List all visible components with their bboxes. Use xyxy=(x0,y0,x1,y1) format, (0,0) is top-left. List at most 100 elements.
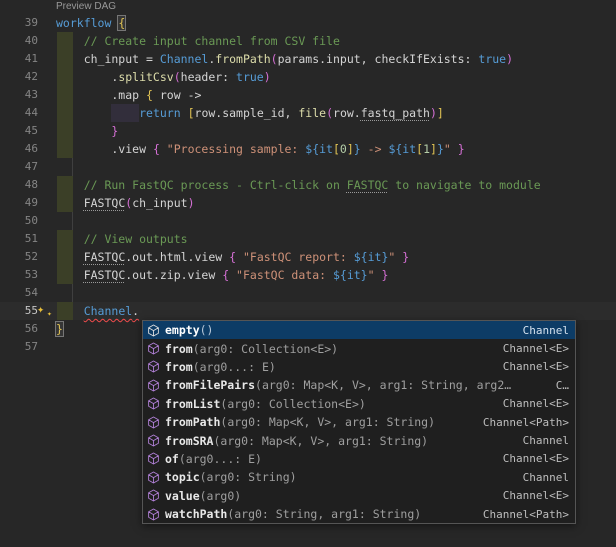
suggestion-return-type: Channel<E> xyxy=(503,360,569,373)
code-line-53[interactable]: 53 FASTQC.out.zip.view { "FastQC data: $… xyxy=(0,266,616,284)
suggestion-label: topic(arg0: String) xyxy=(165,470,297,484)
suggestion-name: value xyxy=(165,489,200,503)
code-text: .view { "Processing sample: ${it[0]} -> … xyxy=(56,140,465,158)
suggestion-label: value(arg0) xyxy=(165,489,241,503)
autocomplete-item-fromPath[interactable]: fromPath(arg0: Map<K, V>, arg1: String)C… xyxy=(143,413,575,431)
suggestion-return-type: Channel<Path> xyxy=(483,416,569,429)
suggestion-return-type: Channel<E> xyxy=(503,397,569,410)
line-number: 45 xyxy=(0,122,38,140)
method-icon xyxy=(147,342,160,355)
suggestion-name: of xyxy=(165,452,179,466)
line-number: 50 xyxy=(0,212,38,230)
codelens-preview-dag[interactable]: Preview DAG xyxy=(56,1,116,14)
suggestion-return-type: Channel<Path> xyxy=(483,508,569,521)
suggestion-label: empty() xyxy=(165,323,213,337)
code-line-50[interactable]: 50 xyxy=(0,212,616,230)
suggestion-params: () xyxy=(200,323,214,337)
code-text: // Run FastQC process - Ctrl-click on FA… xyxy=(56,176,541,194)
autocomplete-item-fromFilePairs[interactable]: fromFilePairs(arg0: Map<K, V>, arg1: Str… xyxy=(143,376,575,394)
line-number: 39 xyxy=(0,14,38,32)
indent-guide xyxy=(72,212,73,230)
line-number: 52 xyxy=(0,248,38,266)
method-icon xyxy=(147,452,160,465)
method-icon xyxy=(147,489,160,502)
line-number: 54 xyxy=(0,284,38,302)
code-line-41[interactable]: 41 ch_input = Channel.fromPath(params.in… xyxy=(0,50,616,68)
suggestion-params: (arg0...: E) xyxy=(193,360,276,374)
autocomplete-item-empty[interactable]: empty() Channel xyxy=(143,321,575,339)
suggestion-params: (arg0: Map<K, V>, arg1: String) xyxy=(213,434,428,448)
suggestion-label: fromSRA(arg0: Map<K, V>, arg1: String) xyxy=(165,434,428,448)
suggestion-params: (arg0: Collection<E>) xyxy=(220,397,365,411)
suggestion-return-type: Channel<E> xyxy=(503,342,569,355)
autocomplete-item-from[interactable]: from(arg0: Collection<E>)Channel<E> xyxy=(143,339,575,357)
code-text: FASTQC.out.html.view { "FastQC report: $… xyxy=(56,248,409,266)
line-number: 51 xyxy=(0,230,38,248)
suggestion-name: fromFilePairs xyxy=(165,378,255,392)
suggestion-name: fromList xyxy=(165,397,220,411)
code-line-42[interactable]: 42 .splitCsv(header: true) xyxy=(0,68,616,86)
code-line-51[interactable]: 51 // View outputs xyxy=(0,230,616,248)
suggestion-name: fromPath xyxy=(165,415,220,429)
code-line-40[interactable]: 40 // Create input channel from CSV file xyxy=(0,32,616,50)
method-icon xyxy=(147,397,160,410)
code-text: .map { row -> xyxy=(56,86,201,104)
suggestion-name: topic xyxy=(165,470,200,484)
suggestion-params: (arg0: String, arg1: String) xyxy=(227,507,421,521)
line-number: 46 xyxy=(0,140,38,158)
code-lines: 39workflow {40 // Create input channel f… xyxy=(0,14,616,356)
autocomplete-item-fromSRA[interactable]: fromSRA(arg0: Map<K, V>, arg1: String)Ch… xyxy=(143,431,575,449)
suggestion-label: of(arg0...: E) xyxy=(165,452,262,466)
suggestion-name: empty xyxy=(165,323,200,337)
suggestion-params: (arg0: String) xyxy=(200,470,297,484)
suggestion-params: (arg0...: E) xyxy=(179,452,262,466)
code-line-46[interactable]: 46 .view { "Processing sample: ${it[0]} … xyxy=(0,140,616,158)
code-line-55[interactable]: 55✦✦ Channel. xyxy=(0,302,616,320)
method-icon xyxy=(147,360,160,373)
method-icon xyxy=(147,434,160,447)
method-icon xyxy=(147,324,160,337)
line-number: 42 xyxy=(0,68,38,86)
code-text: FASTQC.out.zip.view { "FastQC data: ${it… xyxy=(56,266,388,284)
copilot-sparkle-icon[interactable]: ✦✦ xyxy=(37,303,57,319)
autocomplete-popup: empty()Channelfrom(arg0: Collection<E>)C… xyxy=(142,320,576,524)
indent-guide xyxy=(72,284,73,302)
code-line-44[interactable]: 44 return [row.sample_id, file(row.fastq… xyxy=(0,104,616,122)
code-line-39[interactable]: 39 workflow { xyxy=(0,14,616,32)
suggestion-params: (arg0) xyxy=(200,489,242,503)
code-text: } xyxy=(56,320,63,338)
autocomplete-item-from[interactable]: from(arg0...: E) Channel<E> xyxy=(143,358,575,376)
code-text: .splitCsv(header: true) xyxy=(56,68,271,86)
code-text: Channel. xyxy=(56,302,139,320)
code-text: FASTQC(ch_input) xyxy=(56,194,195,212)
code-line-47[interactable]: 47 xyxy=(0,158,616,176)
line-number: 41 xyxy=(0,50,38,68)
suggestion-label: from(arg0...: E) xyxy=(165,360,276,374)
autocomplete-item-of[interactable]: of(arg0...: E)Channel<E> xyxy=(143,450,575,468)
code-editor[interactable]: Preview DAG 39workflow {40 // Create inp… xyxy=(0,0,616,547)
suggestion-name: fromSRA xyxy=(165,434,213,448)
line-number: 40 xyxy=(0,32,38,50)
code-line-52[interactable]: 52 FASTQC.out.html.view { "FastQC report… xyxy=(0,248,616,266)
code-line-54[interactable]: 54 xyxy=(0,284,616,302)
suggestion-return-type: Channel xyxy=(523,471,569,484)
line-number: 47 xyxy=(0,158,38,176)
autocomplete-item-watchPath[interactable]: watchPath(arg0: String, arg1: String)Cha… xyxy=(143,505,575,523)
suggestion-return-type: Channel<E> xyxy=(503,489,569,502)
code-line-49[interactable]: 49 FASTQC(ch_input) xyxy=(0,194,616,212)
line-number: 56 xyxy=(0,320,38,338)
code-line-43[interactable]: 43 .map { row -> xyxy=(0,86,616,104)
autocomplete-item-topic[interactable]: topic(arg0: String) Channel xyxy=(143,468,575,486)
autocomplete-item-value[interactable]: value(arg0) Channel<E> xyxy=(143,487,575,505)
code-line-48[interactable]: 48 // Run FastQC process - Ctrl-click on… xyxy=(0,176,616,194)
autocomplete-item-fromList[interactable]: fromList(arg0: Collection<E>) Channel<E> xyxy=(143,395,575,413)
code-line-45[interactable]: 45 } xyxy=(0,122,616,140)
method-icon xyxy=(147,508,160,521)
line-number: 44 xyxy=(0,104,38,122)
suggestion-return-type: Channel xyxy=(523,324,569,337)
code-text: workflow { xyxy=(56,14,125,32)
suggestion-label: fromList(arg0: Collection<E>) xyxy=(165,397,366,411)
method-icon xyxy=(147,416,160,429)
code-text: // Create input channel from CSV file xyxy=(56,32,340,50)
suggestion-name: from xyxy=(165,342,193,356)
